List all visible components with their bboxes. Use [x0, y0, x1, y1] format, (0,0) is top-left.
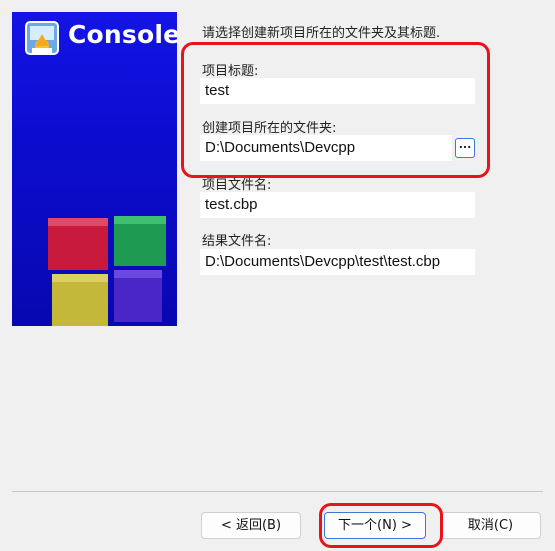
banner-title: Console — [68, 20, 177, 49]
project-file-label: 项目文件名: — [202, 178, 272, 193]
highlight-next-box — [319, 503, 443, 548]
footer-divider — [12, 491, 543, 492]
console-app-icon — [25, 21, 59, 55]
back-button[interactable]: < 返回(B) — [201, 512, 301, 539]
project-file-input[interactable]: test.cbp — [200, 192, 475, 218]
cancel-button[interactable]: 取消(C) — [440, 512, 541, 539]
result-file-label: 结果文件名: — [202, 234, 272, 249]
result-file-input[interactable]: D:\Documents\Devcpp\test\test.cbp — [200, 249, 475, 275]
instruction-text: 请选择创建新项目所在的文件夹及其标题. — [202, 26, 441, 41]
wizard-banner: Console — [12, 12, 177, 326]
highlight-fields-box — [181, 42, 490, 178]
cubes-logo-icon — [48, 216, 166, 326]
